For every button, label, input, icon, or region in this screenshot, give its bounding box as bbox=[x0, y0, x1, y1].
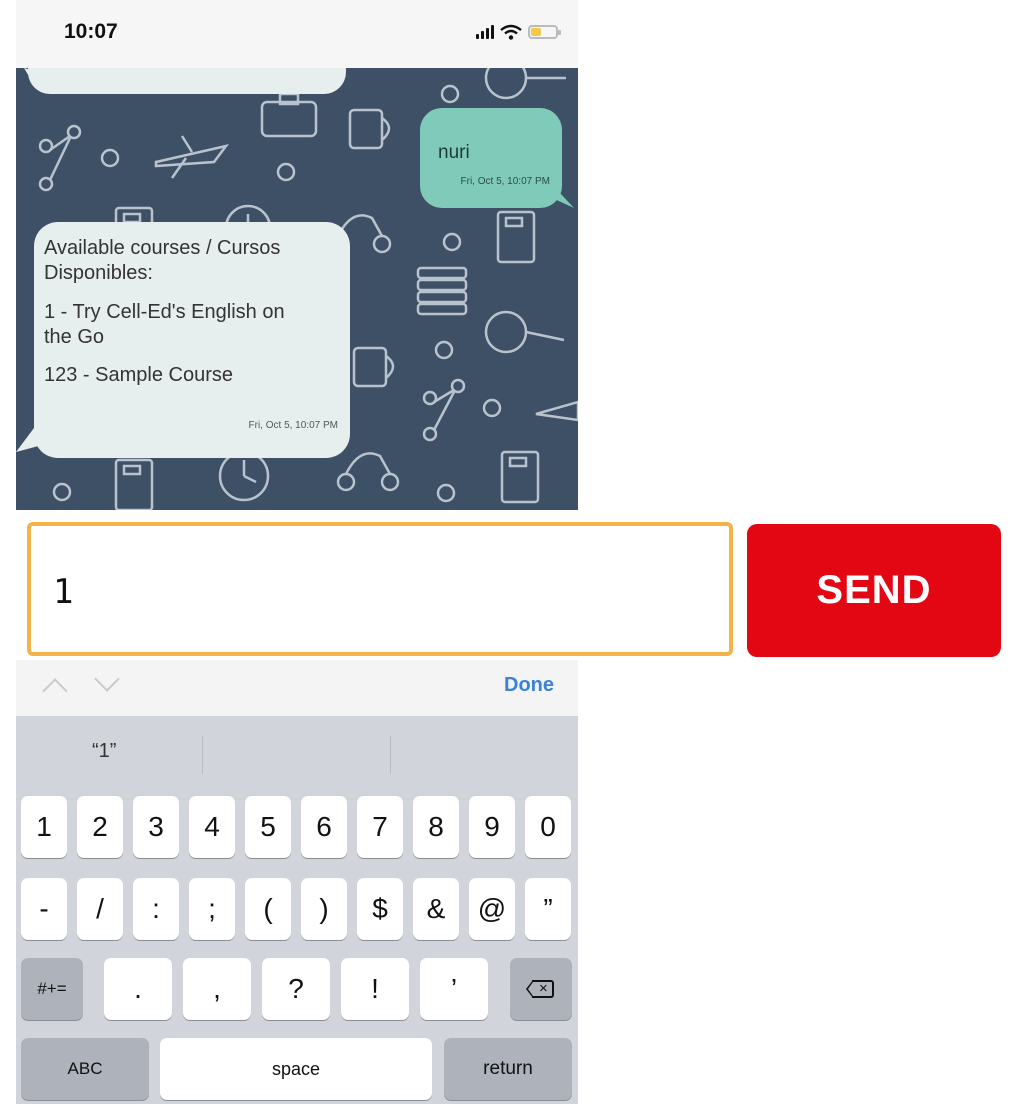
previous-field-chevron-icon[interactable] bbox=[42, 678, 68, 704]
key-4[interactable]: 4 bbox=[189, 796, 235, 858]
return-key[interactable]: return bbox=[444, 1038, 572, 1100]
keyboard-accessory-toolbar: Done bbox=[16, 660, 578, 716]
done-button[interactable]: Done bbox=[504, 674, 554, 697]
key-dash[interactable]: - bbox=[21, 878, 67, 940]
message-input-value: 1 bbox=[53, 572, 74, 612]
incoming-message-bubble: Available courses / Cursos Disponibles: … bbox=[34, 222, 350, 458]
suggestion-divider bbox=[390, 736, 391, 774]
message-line: 123 - Sample Course bbox=[44, 364, 233, 386]
key-0[interactable]: 0 bbox=[525, 796, 571, 858]
key-2[interactable]: 2 bbox=[77, 796, 123, 858]
key-dollar[interactable]: $ bbox=[357, 878, 403, 940]
message-input[interactable]: 1 bbox=[27, 522, 733, 656]
key-ampersand[interactable]: & bbox=[413, 878, 459, 940]
key-7[interactable]: 7 bbox=[357, 796, 403, 858]
status-bar: 10:07 bbox=[16, 0, 578, 68]
abc-key[interactable]: ABC bbox=[21, 1038, 149, 1100]
backspace-icon: × bbox=[526, 979, 556, 999]
key-comma[interactable]: , bbox=[183, 958, 251, 1020]
keyboard: “1” 1 2 3 4 5 6 7 8 9 0 - / : ; ( ) $ & … bbox=[16, 716, 578, 1104]
key-at[interactable]: @ bbox=[469, 878, 515, 940]
message-line: 1 - Try Cell-Ed's English on bbox=[44, 301, 285, 323]
chat-area[interactable]: nuri Fri, Oct 5, 10:07 PM Available cour… bbox=[16, 68, 578, 510]
key-5[interactable]: 5 bbox=[245, 796, 291, 858]
send-button[interactable]: SEND bbox=[747, 524, 1001, 657]
suggestion-bar: “1” bbox=[16, 716, 578, 790]
status-icons bbox=[476, 24, 561, 40]
space-key[interactable]: space bbox=[160, 1038, 432, 1100]
backspace-key[interactable]: × bbox=[510, 958, 572, 1020]
outgoing-message-text: nuri bbox=[438, 142, 470, 163]
message-line: Disponibles: bbox=[44, 262, 153, 284]
key-colon[interactable]: : bbox=[133, 878, 179, 940]
wifi-icon bbox=[500, 24, 522, 40]
key-8[interactable]: 8 bbox=[413, 796, 459, 858]
key-9[interactable]: 9 bbox=[469, 796, 515, 858]
signal-icon bbox=[476, 25, 494, 39]
key-apostrophe[interactable]: ’ bbox=[420, 958, 488, 1020]
outgoing-message-timestamp: Fri, Oct 5, 10:07 PM bbox=[460, 176, 550, 187]
suggestion-divider bbox=[202, 736, 203, 774]
incoming-message-timestamp: Fri, Oct 5, 10:07 PM bbox=[248, 420, 338, 431]
suggestion-item[interactable]: “1” bbox=[92, 740, 116, 763]
next-field-chevron-icon[interactable] bbox=[94, 666, 120, 692]
key-exclamation[interactable]: ! bbox=[341, 958, 409, 1020]
key-period[interactable]: . bbox=[104, 958, 172, 1020]
key-quote[interactable]: ” bbox=[525, 878, 571, 940]
previous-message-bubble bbox=[28, 68, 346, 94]
key-semicolon[interactable]: ; bbox=[189, 878, 235, 940]
key-3[interactable]: 3 bbox=[133, 796, 179, 858]
status-time: 10:07 bbox=[64, 20, 118, 43]
key-more-symbols[interactable]: #+= bbox=[21, 958, 83, 1020]
outgoing-message-bubble: nuri Fri, Oct 5, 10:07 PM bbox=[420, 108, 562, 208]
battery-icon bbox=[528, 25, 561, 39]
key-open-paren[interactable]: ( bbox=[245, 878, 291, 940]
key-question[interactable]: ? bbox=[262, 958, 330, 1020]
message-line: the Go bbox=[44, 326, 105, 348]
key-6[interactable]: 6 bbox=[301, 796, 347, 858]
message-line: Available courses / Cursos bbox=[44, 237, 281, 259]
key-1[interactable]: 1 bbox=[21, 796, 67, 858]
key-slash[interactable]: / bbox=[77, 878, 123, 940]
key-close-paren[interactable]: ) bbox=[301, 878, 347, 940]
